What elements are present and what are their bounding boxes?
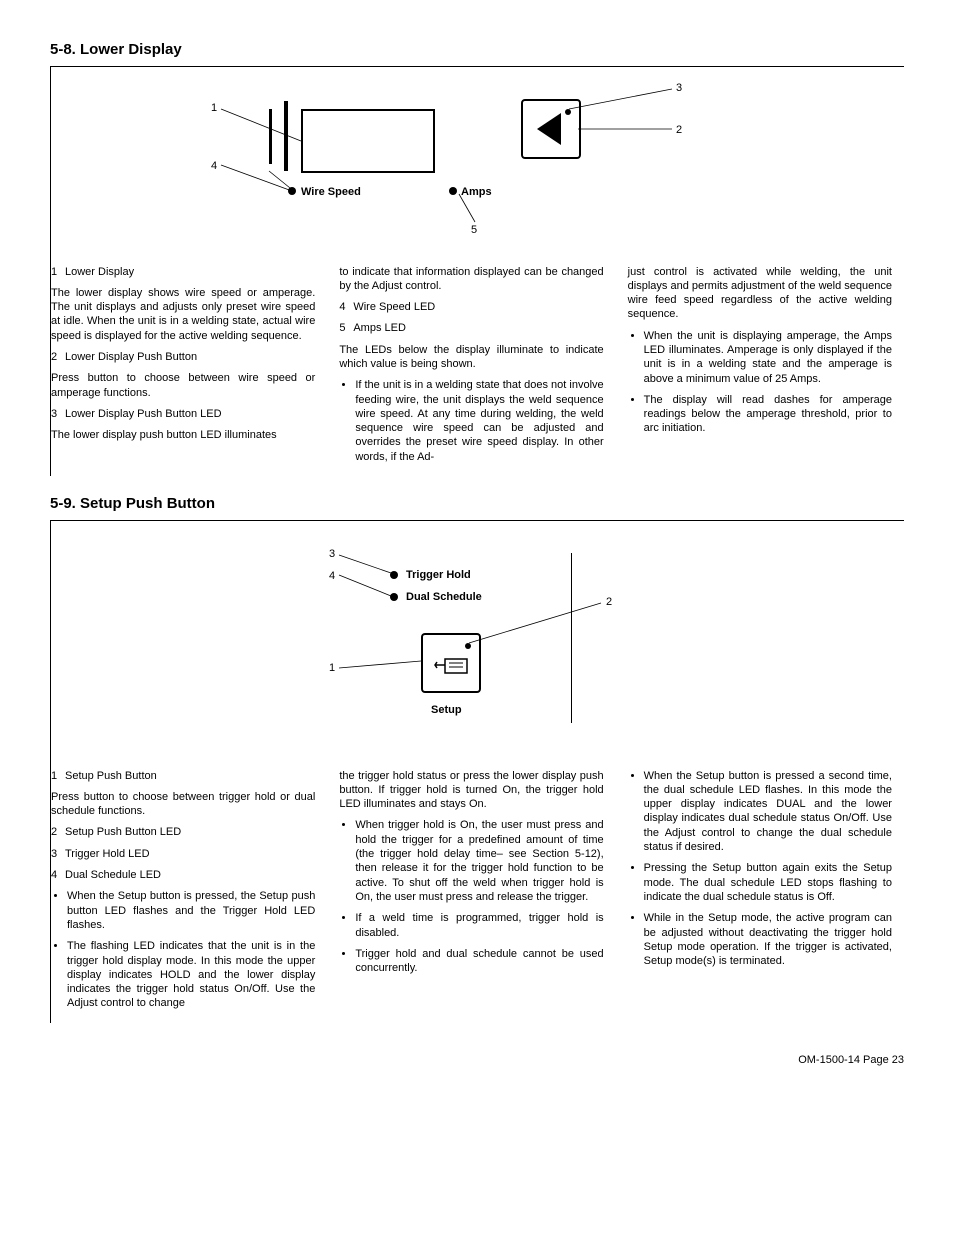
callout-3: 3 [676,81,682,95]
section-5-8: 5-8. Lower Display [50,40,904,476]
n: 1 [51,265,65,279]
n: 1 [51,769,65,783]
dual-schedule-label: Dual Schedule [406,590,482,604]
bullet: If a weld time is programmed, trigger ho… [355,911,603,940]
para: to indicate that information displayed c… [339,265,603,294]
trigger-hold-label: Trigger Hold [406,568,471,582]
col2: to indicate that information displayed c… [339,265,603,465]
callout-1: 1 [329,661,335,675]
n: 2 [51,350,65,364]
para: The lower display push button LED illumi… [51,428,315,442]
para: The lower display shows wire speed or am… [51,286,315,343]
para: Press button to choose between trigger h… [51,790,315,819]
bullet: If the unit is in a welding state that d… [355,378,603,464]
text-columns-5-9: 1Setup Push Button Press button to choos… [51,769,904,1011]
n: 5 [339,321,353,335]
n: 3 [51,407,65,421]
t: Lower Display [65,266,134,278]
t: Setup Push Button [65,770,157,782]
callout-3: 3 [329,547,335,561]
wire-speed-label: Wire Speed [301,185,361,199]
amps-label: Amps [461,185,492,199]
col3: When the Setup button is pressed a secon… [628,769,892,1011]
figure-5-8: 1 4 3 2 5 Wire Speed Amps [51,79,904,259]
setup-label: Setup [431,703,462,717]
bullet: Trigger hold and dual schedule cannot be… [355,947,603,976]
figure-box-5-9: 3 4 1 2 Trigger Hold Dual Schedule Setup… [50,520,904,1023]
col1: 1Lower Display The lower display shows w… [51,265,315,465]
para: Press button to choose between wire spee… [51,371,315,400]
figure-5-9: 3 4 1 2 Trigger Hold Dual Schedule Setup [51,533,904,763]
t: Trigger Hold LED [65,848,150,860]
t: Dual Schedule LED [65,869,161,881]
para: the trigger hold status or press the low… [339,769,603,812]
bullet: When trigger hold is On, the user must p… [355,818,603,904]
n: 3 [51,847,65,861]
bullet: When the unit is displaying amperage, th… [644,329,892,386]
page-footer: OM-1500-14 Page 23 [50,1053,904,1067]
n: 4 [339,300,353,314]
n: 2 [51,825,65,839]
col3: just control is activated while welding,… [628,265,892,465]
col1: 1Setup Push Button Press button to choos… [51,769,315,1011]
figure-5-8-lines [51,79,801,259]
section-heading-5-8: 5-8. Lower Display [50,40,904,60]
bullet: When the Setup button is pressed, the Se… [67,889,315,932]
col2: the trigger hold status or press the low… [339,769,603,1011]
t: Wire Speed LED [353,301,435,313]
bullet: Pressing the Setup button again exits th… [644,861,892,904]
para: just control is activated while welding,… [628,265,892,322]
n: 4 [51,868,65,882]
bullet: The display will read dashes for amperag… [644,393,892,436]
callout-2: 2 [676,123,682,137]
section-heading-5-9: 5-9. Setup Push Button [50,494,904,514]
callout-2: 2 [606,595,612,609]
callout-4: 4 [329,569,335,583]
callout-5: 5 [471,223,477,237]
bullet: The flashing LED indicates that the unit… [67,939,315,1010]
bullet: When the Setup button is pressed a secon… [644,769,892,855]
callout-4: 4 [211,159,217,173]
figure-box-5-8: 1 4 3 2 5 Wire Speed Amps 1Lower Display… [50,66,904,477]
section-5-9: 5-9. Setup Push Button [50,494,904,1023]
t: Setup Push Button LED [65,826,181,838]
bullet: While in the Setup mode, the active prog… [644,911,892,968]
callout-1: 1 [211,101,217,115]
text-columns-5-8: 1Lower Display The lower display shows w… [51,265,904,465]
t: Amps LED [353,322,406,334]
para: The LEDs below the display illuminate to… [339,343,603,372]
t: Lower Display Push Button [65,351,197,363]
t: Lower Display Push Button LED [65,408,222,420]
